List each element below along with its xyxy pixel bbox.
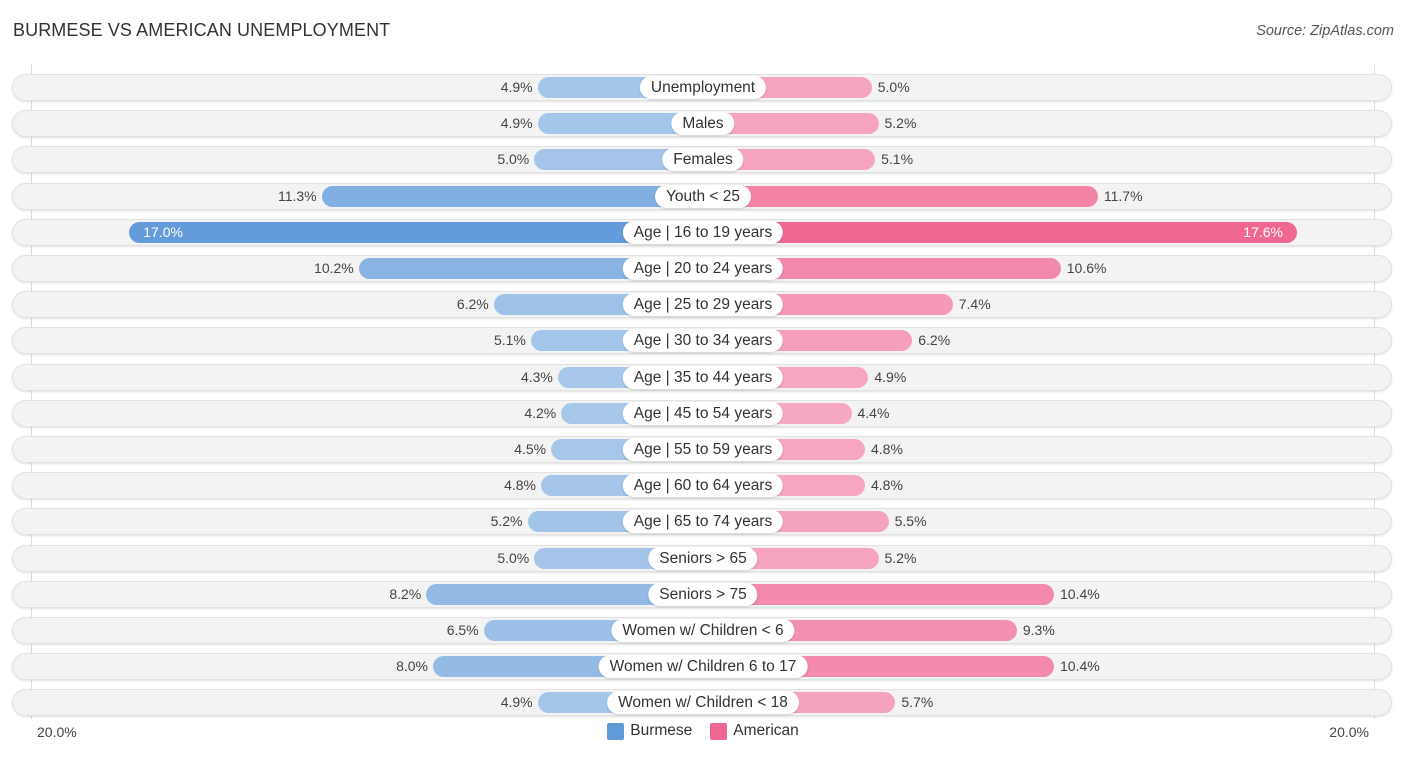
category-label-age-35-to-44-years: Age | 35 to 44 years — [622, 366, 784, 389]
category-label-women-w-children-6: Women w/ Children < 6 — [611, 619, 795, 642]
value-label-burmese-seniors-75: 8.2% — [389, 586, 422, 602]
value-label-burmese-women-w-children-18: 4.9% — [500, 694, 533, 710]
category-label-males: Males — [671, 112, 735, 135]
category-label-seniors-75: Seniors > 75 — [648, 583, 758, 606]
value-label-american-youth-25: 11.7% — [1103, 188, 1143, 204]
bar-american-youth-25[interactable] — [703, 186, 1098, 207]
value-label-burmese-unemployment: 4.9% — [500, 79, 533, 95]
category-label-age-55-to-59-years: Age | 55 to 59 years — [622, 438, 784, 461]
legend-swatch-american — [710, 722, 728, 740]
chart-plot-area: 4.9% 5.0% Unemployment 4.9% 5.2% Males 5.0% 5.1… — [0, 0, 1406, 757]
value-label-american-unemployment: 5.0% — [877, 79, 910, 95]
value-label-american-age-45-to-54-years: 4.4% — [857, 405, 890, 421]
value-label-american-women-w-children-6-to-17: 10.4% — [1060, 658, 1100, 674]
legend-item-burmese[interactable]: Burmese — [607, 722, 692, 740]
value-label-american-women-w-children-18: 5.7% — [901, 694, 934, 710]
value-label-burmese-age-30-to-34-years: 5.1% — [493, 332, 526, 348]
category-label-age-16-to-19-years: Age | 16 to 19 years — [622, 221, 784, 244]
value-label-burmese-women-w-children-6: 6.5% — [446, 622, 479, 638]
value-label-burmese-age-35-to-44-years: 4.3% — [520, 369, 553, 385]
category-label-unemployment: Unemployment — [639, 76, 767, 99]
value-label-american-seniors-65: 5.2% — [884, 550, 917, 566]
bar-burmese-youth-25[interactable] — [321, 186, 703, 207]
value-label-burmese-age-16-to-19-years: 17.0% — [143, 224, 183, 240]
legend-item-american[interactable]: American — [710, 722, 799, 740]
value-label-american-age-35-to-44-years: 4.9% — [874, 369, 907, 385]
value-label-american-seniors-75: 10.4% — [1060, 586, 1100, 602]
value-label-american-age-30-to-34-years: 6.2% — [918, 332, 951, 348]
value-label-burmese-age-25-to-29-years: 6.2% — [456, 296, 489, 312]
value-label-burmese-age-45-to-54-years: 4.2% — [524, 405, 557, 421]
value-label-burmese-seniors-65: 5.0% — [497, 550, 530, 566]
value-label-burmese-women-w-children-6-to-17: 8.0% — [396, 658, 428, 674]
category-label-women-w-children-18: Women w/ Children < 18 — [607, 691, 799, 714]
value-label-burmese-age-60-to-64-years: 4.8% — [504, 477, 536, 493]
legend: Burmese American — [0, 722, 1406, 740]
category-label-age-65-to-74-years: Age | 65 to 74 years — [622, 510, 784, 533]
value-label-american-males: 5.2% — [884, 115, 917, 131]
category-label-youth-25: Youth < 25 — [655, 185, 751, 208]
value-label-burmese-males: 4.9% — [500, 115, 533, 131]
value-label-burmese-age-65-to-74-years: 5.2% — [490, 513, 523, 529]
category-label-females: Females — [662, 148, 744, 171]
category-label-women-w-children-6-to-17: Women w/ Children 6 to 17 — [598, 655, 808, 678]
legend-label-american: American — [733, 722, 799, 739]
value-label-burmese-youth-25: 11.3% — [277, 188, 317, 204]
category-label-age-20-to-24-years: Age | 20 to 24 years — [622, 257, 784, 280]
category-label-age-30-to-34-years: Age | 30 to 34 years — [622, 329, 784, 352]
bar-american-age-16-to-19-years[interactable] — [703, 222, 1297, 243]
value-label-american-age-60-to-64-years: 4.8% — [871, 477, 903, 493]
value-label-american-age-16-to-19-years: 17.6% — [1243, 224, 1283, 240]
bar-burmese-age-16-to-19-years[interactable] — [129, 222, 703, 243]
value-label-burmese-age-55-to-59-years: 4.5% — [514, 441, 547, 457]
value-label-american-age-65-to-74-years: 5.5% — [894, 513, 927, 529]
category-label-age-45-to-54-years: Age | 45 to 54 years — [622, 402, 784, 425]
value-label-american-age-20-to-24-years: 10.6% — [1066, 260, 1107, 276]
value-label-american-females: 5.1% — [881, 151, 914, 167]
legend-label-burmese: Burmese — [630, 722, 693, 739]
value-label-american-age-25-to-29-years: 7.4% — [958, 296, 991, 312]
legend-swatch-burmese — [607, 722, 625, 740]
category-label-age-25-to-29-years: Age | 25 to 29 years — [622, 293, 784, 316]
value-label-burmese-females: 5.0% — [497, 151, 530, 167]
value-label-american-age-55-to-59-years: 4.8% — [871, 441, 903, 457]
value-label-burmese-age-20-to-24-years: 10.2% — [314, 260, 354, 276]
category-label-seniors-65: Seniors > 65 — [648, 547, 758, 570]
category-label-age-60-to-64-years: Age | 60 to 64 years — [622, 474, 784, 497]
value-label-american-women-w-children-6: 9.3% — [1022, 622, 1055, 638]
